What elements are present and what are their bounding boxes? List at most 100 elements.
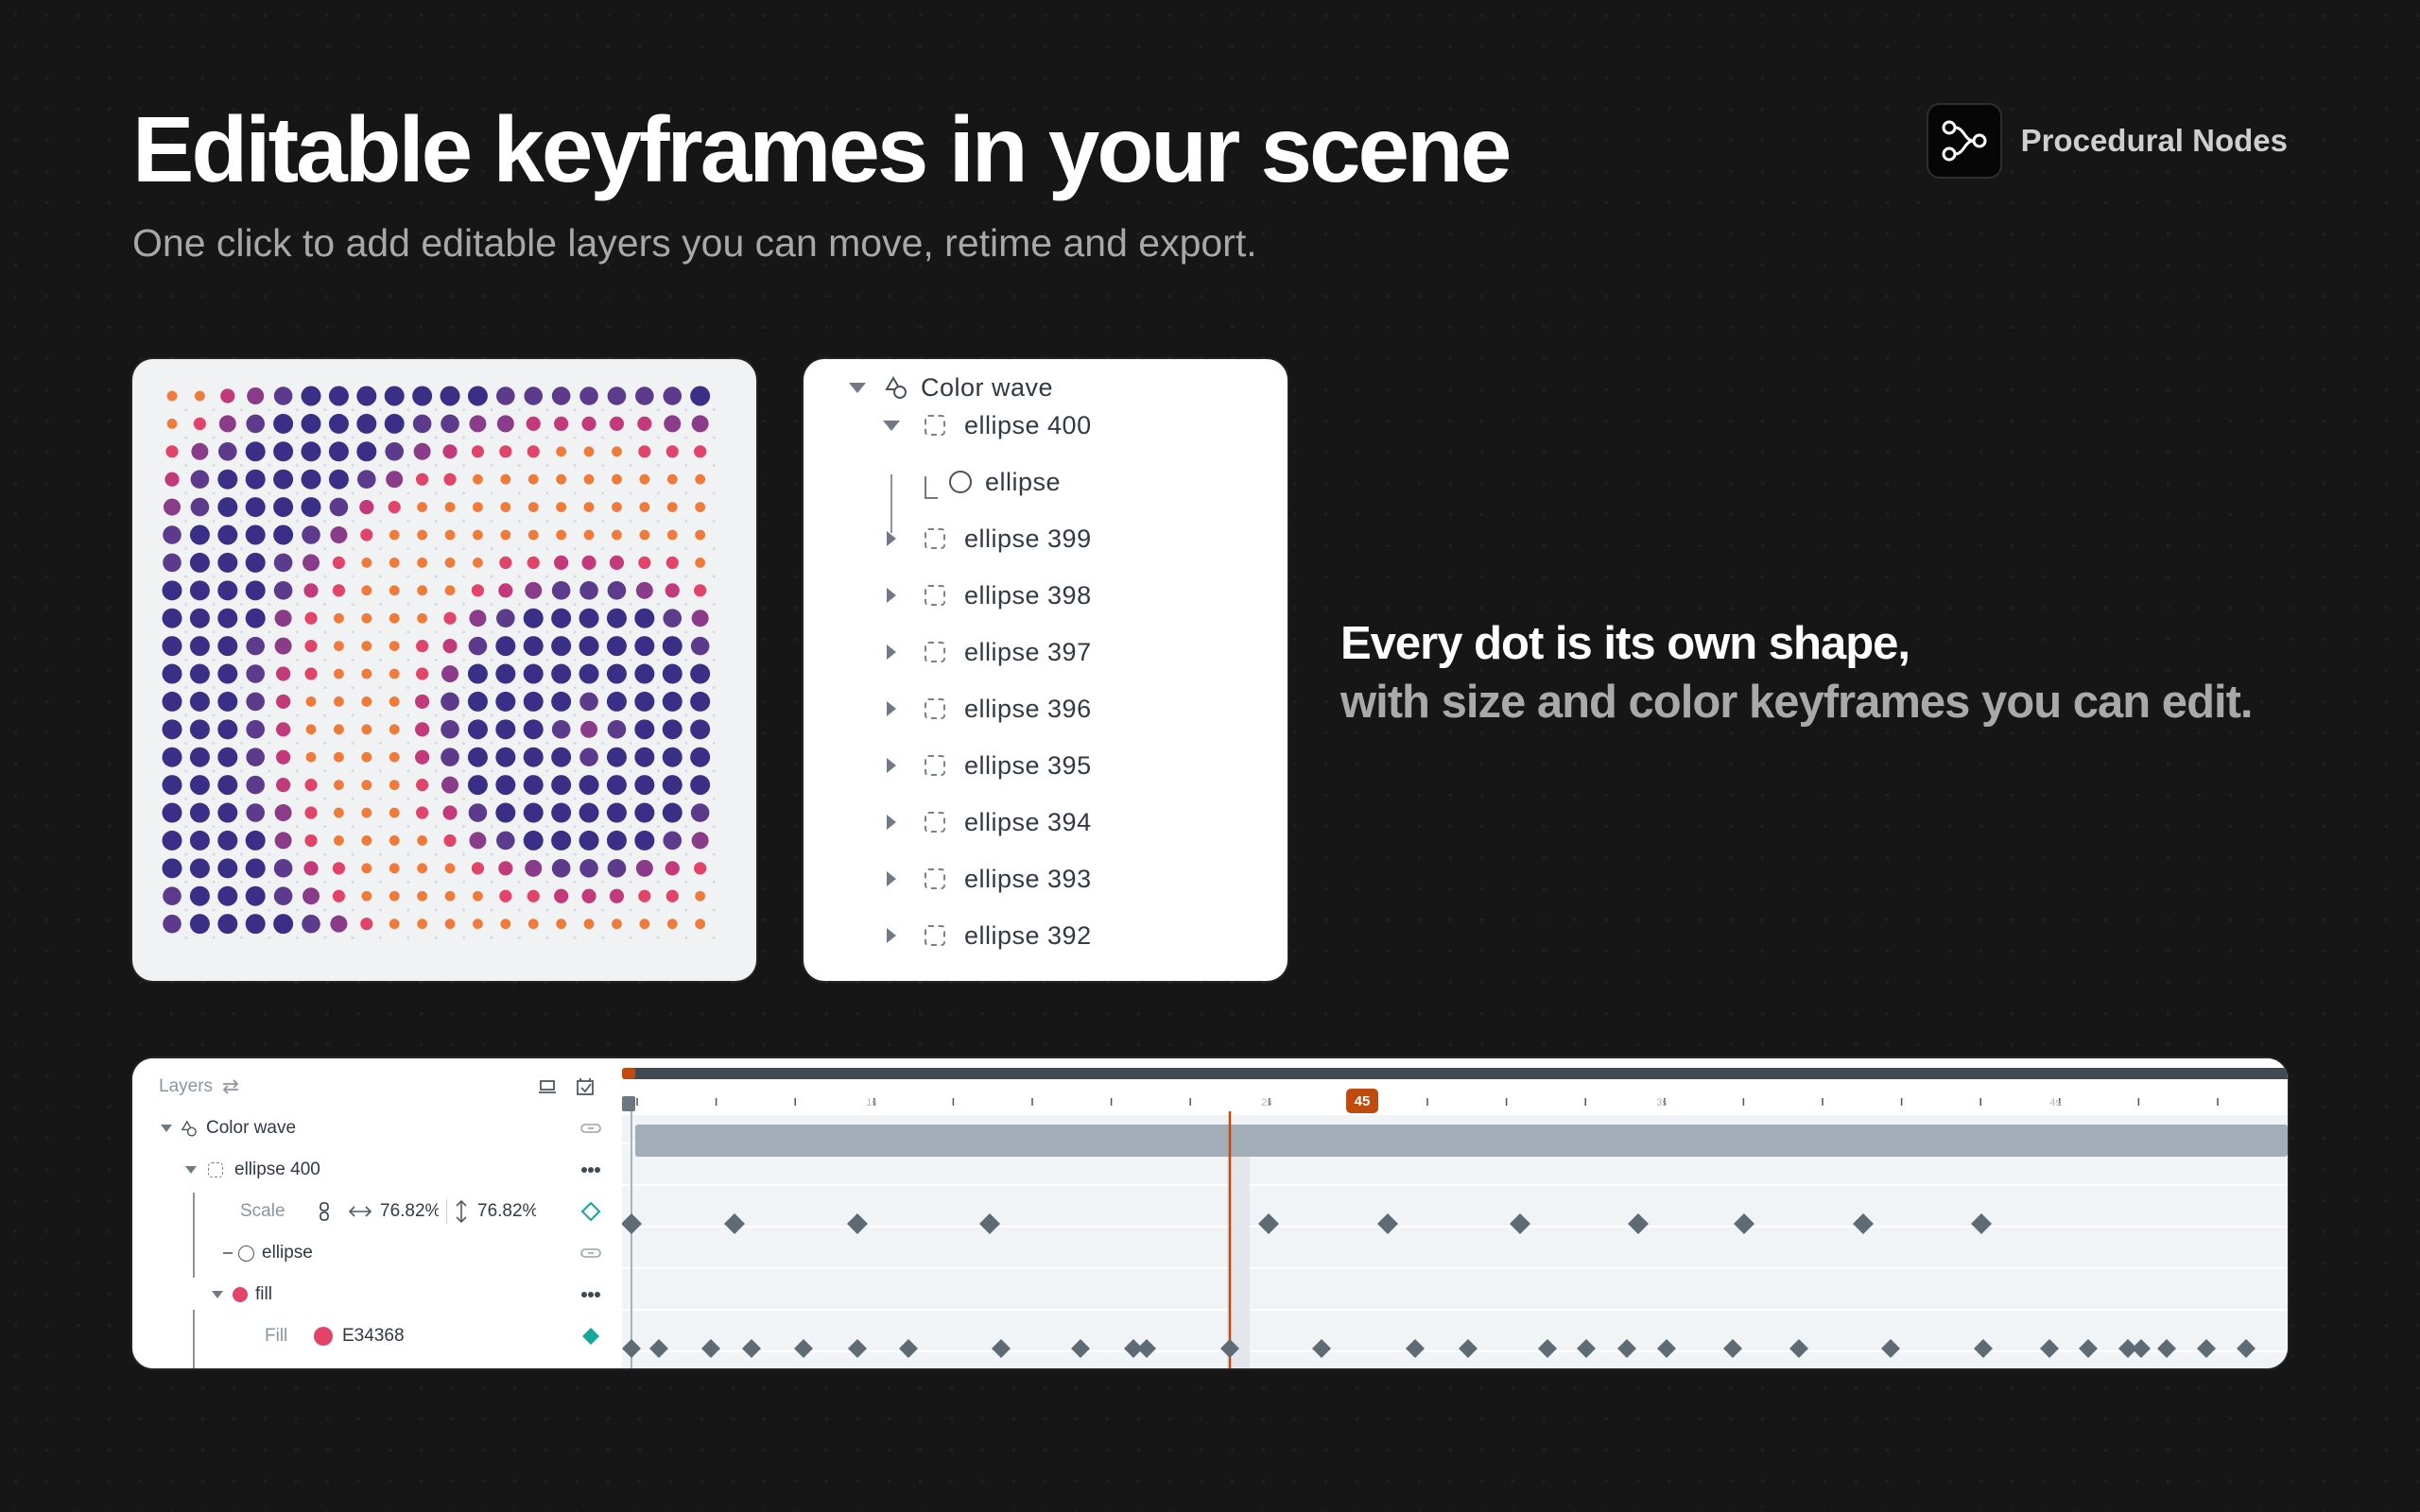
tree-item-ellipse-396[interactable]: ellipse 396 (879, 690, 1092, 728)
grid-dot (666, 529, 678, 541)
grid-dot (607, 859, 627, 878)
tree-item-ellipse-392[interactable]: ellipse 392 (879, 917, 1092, 954)
chevron-right-icon[interactable] (887, 871, 896, 886)
grid-dot (607, 720, 627, 739)
keyframe-track-canvas[interactable]: 1s 2s 3s 4s (621, 1058, 2288, 1368)
link-chain-icon[interactable] (318, 1201, 331, 1222)
chevron-right-icon[interactable] (887, 644, 896, 660)
keyframe-active-icon[interactable] (580, 1326, 601, 1347)
grid-dot (361, 807, 372, 818)
tree-item-ellipse-400[interactable]: ellipse 400 (879, 406, 1092, 444)
chevron-right-icon[interactable] (887, 815, 896, 830)
grid-dot (441, 692, 459, 712)
scale-y-value[interactable]: 76.82% (477, 1201, 536, 1222)
chevron-down-icon[interactable] (161, 1125, 172, 1132)
grid-dot (579, 636, 599, 657)
chevron-right-icon[interactable] (887, 588, 896, 603)
chevron-down-icon[interactable] (883, 420, 900, 431)
grid-dot (334, 612, 344, 624)
grid-dot (527, 919, 539, 930)
chevron-down-icon[interactable] (185, 1166, 197, 1174)
fill-keyframe (1538, 1339, 1557, 1358)
ruler-label: 1s (866, 1097, 877, 1108)
scale-keyframe (1971, 1213, 1992, 1234)
fill-keyframe (742, 1339, 761, 1358)
grid-dot (607, 581, 627, 600)
playhead-frame-label[interactable]: 45 (1346, 1089, 1378, 1113)
grid-dot (639, 502, 650, 513)
timeline-row-color-wave[interactable]: Color wave (132, 1108, 614, 1149)
grid-dot (554, 888, 569, 903)
grid-dot (164, 472, 180, 487)
tree-item-color-wave[interactable]: Color wave (845, 369, 1053, 406)
grid-dot (247, 387, 265, 404)
chevron-down-icon[interactable] (849, 382, 866, 393)
grid-dot (551, 775, 572, 796)
tree-item-ellipse-398[interactable]: ellipse 398 (879, 576, 1092, 614)
grid-dot (695, 558, 706, 568)
tree-item-ellipse-394[interactable]: ellipse 394 (879, 803, 1092, 841)
grid-dot (273, 859, 293, 878)
link-icon[interactable] (580, 1247, 601, 1259)
grid-dot (162, 747, 182, 767)
timeline-row-ellipse[interactable]: ellipse (132, 1232, 614, 1274)
grid-dot (276, 749, 291, 765)
grid-dot (579, 663, 599, 684)
grid-dot (607, 387, 627, 405)
keyframe-tracks[interactable]: 1s 2s 3s 4s 45 (621, 1058, 2288, 1368)
link-icon[interactable] (580, 1123, 601, 1134)
chevron-right-icon[interactable] (887, 531, 896, 546)
fill-hex-value[interactable]: E34368 (342, 1326, 405, 1347)
grid-dot (581, 888, 596, 903)
chevron-right-icon[interactable] (887, 928, 896, 943)
grid-dot (634, 830, 655, 850)
tree-item-ellipse-397[interactable]: ellipse 397 (879, 633, 1092, 671)
timeline-row-ellipse-400[interactable]: ellipse 400 (132, 1149, 614, 1191)
tree-item-ellipse-393[interactable]: ellipse 393 (879, 860, 1092, 898)
grid-dot (303, 861, 319, 876)
timeline-layers-panel: Layers Color wave ellipse 400 Scale 76.8… (132, 1058, 614, 1368)
grid-dot (473, 473, 483, 485)
grid-dot (496, 387, 515, 405)
chevron-down-icon[interactable] (212, 1291, 223, 1298)
grid-dot (444, 529, 456, 541)
grid-dot (609, 416, 625, 432)
chevron-right-icon[interactable] (887, 701, 896, 716)
scale-x-value[interactable]: 76.82% (380, 1201, 439, 1222)
fill-keyframe (701, 1339, 720, 1358)
grid-dot (579, 747, 598, 767)
grid-dot (556, 529, 567, 541)
color-swatch[interactable] (314, 1327, 333, 1346)
grid-dot (388, 501, 401, 514)
grid-dot (163, 553, 182, 573)
monitor-icon[interactable] (537, 1078, 558, 1095)
tree-item-ellipse-399[interactable]: ellipse 399 (879, 520, 1092, 558)
grid-dot (612, 529, 622, 541)
tree-item-ellipse[interactable]: ellipse (949, 463, 1061, 501)
scale-keyframe (1510, 1213, 1530, 1234)
grid-dot (690, 803, 710, 822)
grid-dot (162, 636, 182, 657)
grid-dot (162, 858, 182, 879)
tree-item-label: ellipse 393 (964, 864, 1092, 893)
grid-dot (217, 747, 238, 767)
fill-keyframe (794, 1339, 813, 1358)
timeline-row-fill[interactable]: fill (132, 1274, 614, 1315)
grid-dot (691, 832, 709, 850)
grid-dot (499, 889, 512, 902)
chevron-right-icon[interactable] (887, 758, 896, 773)
add-keyframe-icon[interactable] (575, 1076, 597, 1097)
grid-dot (639, 529, 650, 541)
timeline-row-scale[interactable]: Scale 76.82% 76.82% (132, 1191, 614, 1232)
keyframe-dots-icon[interactable] (580, 1289, 601, 1300)
keyframe-toggle-icon[interactable] (580, 1201, 601, 1222)
layer-tree-panel: Color wave ellipse 400 ellipse ellipse 3… (804, 359, 1288, 981)
tree-item-ellipse-395[interactable]: ellipse 395 (879, 747, 1092, 784)
timeline-row-fill-color[interactable]: Fill E34368 (132, 1315, 614, 1357)
grid-dot (332, 556, 346, 570)
grid-dot (389, 641, 400, 652)
grid-dot (695, 529, 706, 541)
keyframe-dots-icon[interactable] (580, 1164, 601, 1176)
grid-dot (634, 636, 655, 657)
swap-icon[interactable] (220, 1078, 241, 1095)
